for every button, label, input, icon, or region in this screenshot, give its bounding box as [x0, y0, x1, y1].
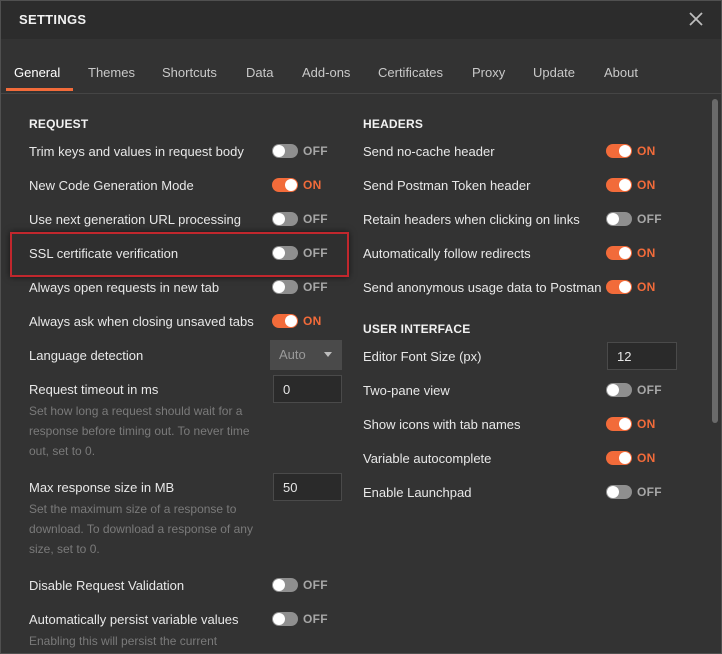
tab-themes[interactable]: Themes [88, 65, 135, 80]
icons-tabs-state: ON [637, 417, 656, 431]
max-response-help: Set the maximum size of a response to do… [29, 502, 253, 556]
new-codegen-toggle[interactable] [272, 178, 298, 192]
language-detection-select[interactable]: Auto [270, 340, 342, 370]
var-autocomplete-label: Variable autocomplete [363, 451, 492, 466]
open-new-tab-toggle[interactable] [272, 280, 298, 294]
open-new-tab-label: Always open requests in new tab [29, 280, 220, 295]
tab-general[interactable]: General [14, 65, 60, 80]
tab-proxy[interactable]: Proxy [472, 65, 505, 80]
scrollbar-thumb[interactable] [712, 99, 718, 423]
font-size-label: Editor Font Size (px) [363, 349, 482, 364]
headers-section-title: HEADERS [363, 117, 424, 131]
timeout-input[interactable]: 0 [273, 375, 342, 403]
next-gen-url-state: OFF [303, 212, 328, 226]
persist-variables-state: OFF [303, 612, 328, 626]
persist-variables-help: Enabling this will persist the current [29, 634, 218, 648]
trim-keys-toggle[interactable] [272, 144, 298, 158]
language-detection-value: Auto [279, 347, 306, 362]
disable-validation-label: Disable Request Validation [29, 578, 185, 593]
follow-redirects-label: Automatically follow redirects [363, 246, 531, 261]
disable-validation-toggle[interactable] [272, 578, 298, 592]
language-detection-label: Language detection [29, 348, 144, 363]
postman-token-toggle[interactable] [606, 178, 632, 192]
no-cache-label: Send no-cache header [363, 144, 495, 159]
persist-variables-label: Automatically persist variable values [29, 612, 239, 627]
next-gen-url-toggle[interactable] [272, 212, 298, 226]
launchpad-label: Enable Launchpad [363, 485, 472, 500]
open-new-tab-state: OFF [303, 280, 328, 294]
retain-headers-state: OFF [637, 212, 662, 226]
ask-closing-label: Always ask when closing unsaved tabs [29, 314, 254, 329]
ssl-verification-label: SSL certificate verification [29, 246, 179, 261]
next-gen-url-label: Use next generation URL processing [29, 212, 241, 227]
postman-token-label: Send Postman Token header [363, 178, 531, 193]
tab-data[interactable]: Data [246, 65, 273, 80]
ui-section-title: USER INTERFACE [363, 322, 471, 336]
tab-add-ons[interactable]: Add-ons [302, 65, 350, 80]
request-section-title: REQUEST [29, 117, 89, 131]
tab-update[interactable]: Update [533, 65, 575, 80]
two-pane-state: OFF [637, 383, 662, 397]
follow-redirects-state: ON [637, 246, 656, 260]
ask-closing-state: ON [303, 314, 322, 328]
max-response-label: Max response size in MB [29, 480, 175, 495]
timeout-help: Set how long a request should wait for a… [29, 404, 250, 458]
persist-variables-toggle[interactable] [272, 612, 298, 626]
font-size-input[interactable]: 12 [607, 342, 677, 370]
no-cache-state: ON [637, 144, 656, 158]
icons-tabs-label: Show icons with tab names [363, 417, 521, 432]
trim-keys-state: OFF [303, 144, 328, 158]
retain-headers-toggle[interactable] [606, 212, 632, 226]
disable-validation-state: OFF [303, 578, 328, 592]
timeout-label: Request timeout in ms [29, 382, 159, 397]
title-bar: SETTINGS [1, 1, 721, 39]
settings-window: SETTINGS General Themes Shortcuts Data A… [0, 0, 722, 654]
anonymous-usage-state: ON [637, 280, 656, 294]
follow-redirects-toggle[interactable] [606, 246, 632, 260]
retain-headers-label: Retain headers when clicking on links [363, 212, 580, 227]
no-cache-toggle[interactable] [606, 144, 632, 158]
window-title: SETTINGS [19, 12, 87, 27]
close-button[interactable] [685, 8, 707, 30]
anonymous-usage-label: Send anonymous usage data to Postman [363, 280, 602, 295]
tab-about[interactable]: About [604, 65, 638, 80]
anonymous-usage-toggle[interactable] [606, 280, 632, 294]
ssl-verification-state: OFF [303, 246, 328, 260]
ask-closing-toggle[interactable] [272, 314, 298, 328]
launchpad-toggle[interactable] [606, 485, 632, 499]
two-pane-toggle[interactable] [606, 383, 632, 397]
postman-token-state: ON [637, 178, 656, 192]
ssl-verification-toggle[interactable] [272, 246, 298, 260]
tab-certificates[interactable]: Certificates [378, 65, 443, 80]
var-autocomplete-toggle[interactable] [606, 451, 632, 465]
active-tab-indicator [6, 88, 73, 91]
var-autocomplete-state: ON [637, 451, 656, 465]
general-settings-panel: REQUEST Trim keys and values in request … [1, 94, 707, 653]
trim-keys-label: Trim keys and values in request body [29, 144, 244, 159]
max-response-input[interactable]: 50 [273, 473, 342, 501]
chevron-down-icon [324, 352, 332, 357]
tab-shortcuts[interactable]: Shortcuts [162, 65, 217, 80]
settings-scrollbar[interactable] [711, 97, 719, 653]
close-icon [689, 12, 703, 26]
new-codegen-label: New Code Generation Mode [29, 178, 194, 193]
two-pane-label: Two-pane view [363, 383, 450, 398]
settings-tabs: General Themes Shortcuts Data Add-ons Ce… [1, 39, 721, 94]
launchpad-state: OFF [637, 485, 662, 499]
new-codegen-state: ON [303, 178, 322, 192]
icons-tabs-toggle[interactable] [606, 417, 632, 431]
